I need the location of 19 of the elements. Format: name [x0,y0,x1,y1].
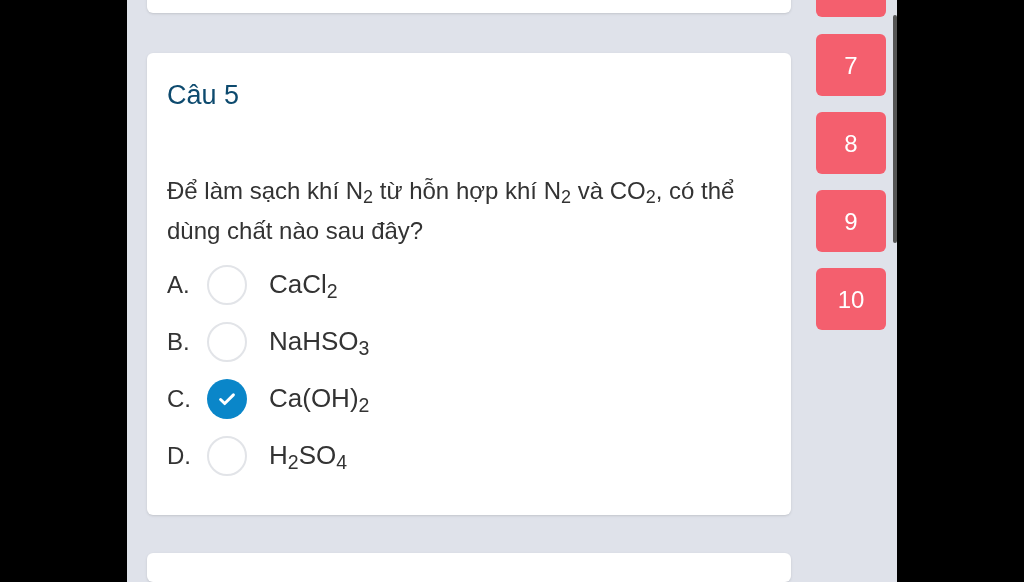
option-text: CaCl$_{2}$ [269,268,338,305]
question-number-button[interactable]: 8 [816,112,886,174]
question-number-button[interactable]: 7 [816,34,886,96]
question-text: Để làm sạch khí N$_{2}$ từ hỗn hợp khí N$_{2}$ và CO$_{2}$, có thể dùng chất nào sau đây? [167,175,736,246]
question-number-button[interactable]: 10 [816,268,886,330]
radio-button[interactable] [207,435,247,476]
option-letter: C. [167,383,192,414]
scrollbar-thumb[interactable] [893,15,897,243]
question-title: Câu 5 [167,79,240,113]
option-text: Ca(OH)$_{2}$ [269,382,370,419]
checked-radio-icon[interactable] [207,378,247,419]
option-text: NaHSO$_{3}$ [269,325,370,362]
option-letter: B. [167,326,191,357]
question-number-button[interactable]: 9 [816,190,886,252]
option-text: H$_{2}$SO$_{4}$ [269,439,348,476]
option-letter: D. [167,440,192,471]
radio-button[interactable] [207,264,247,305]
option-letter: A. [167,269,191,300]
radio-button[interactable] [207,321,247,362]
